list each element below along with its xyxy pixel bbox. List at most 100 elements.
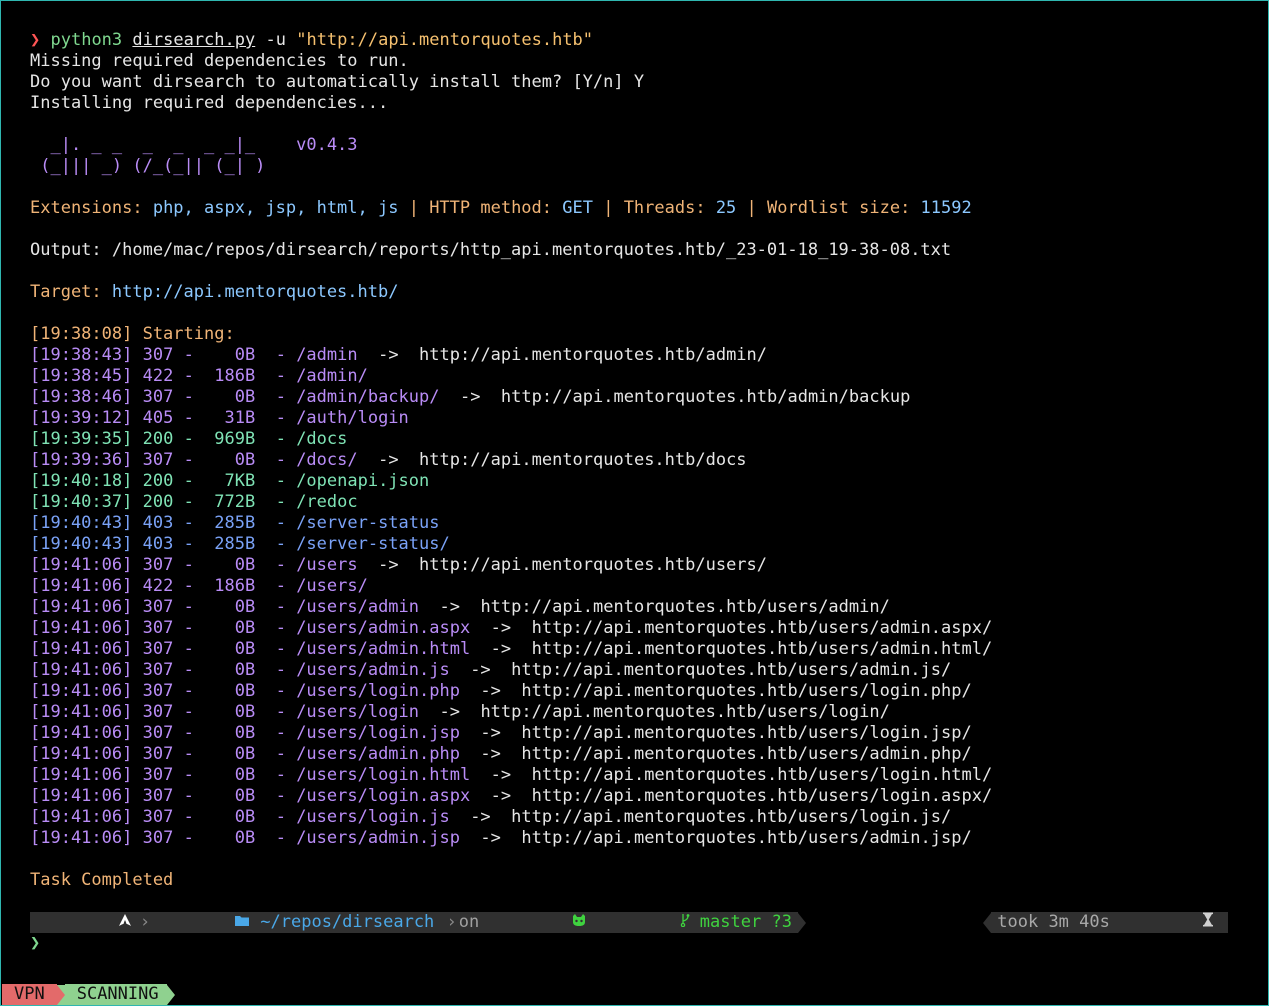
result-timestamp: [19:41:06] <box>30 681 133 701</box>
result-row: [19:40:37] 200 - 772B - /redoc <box>30 492 358 512</box>
redirect-arrow-icon: -> <box>470 639 532 659</box>
extensions-label: Extensions: <box>30 198 153 218</box>
result-path[interactable]: /redoc <box>296 492 357 512</box>
result-path[interactable]: /users/admin.js <box>296 660 450 680</box>
result-path[interactable]: /users/admin.html <box>296 639 470 659</box>
target-label: Target: <box>30 282 112 302</box>
result-status-code: 307 <box>142 723 174 743</box>
tmux-status-bar: VPN SCANNING <box>2 984 175 1005</box>
result-timestamp: [19:41:06] <box>30 555 133 575</box>
result-path[interactable]: /admin <box>296 345 357 365</box>
result-timestamp: [19:41:06] <box>30 639 133 659</box>
result-redirect-url[interactable]: http://api.mentorquotes.htb/users/admin.… <box>521 744 971 764</box>
terminal-window[interactable]: ❯ python3 dirsearch.py -u "http://api.me… <box>0 0 1269 1006</box>
target-url[interactable]: http://api.mentorquotes.htb/ <box>112 282 399 302</box>
prompt-status-bar: › ~/repos/dirsearch › on master ?3 <box>30 912 806 933</box>
threads-label: Threads: <box>623 198 716 218</box>
command-program: python3 <box>50 30 123 50</box>
result-row: [19:41:06] 307 - 0B - /users/admin.jsp -… <box>30 828 972 848</box>
result-redirect-url[interactable]: http://api.mentorquotes.htb/users/admin/ <box>480 597 889 617</box>
wordlist-label: Wordlist size: <box>767 198 921 218</box>
result-redirect-url[interactable]: http://api.mentorquotes.htb/users/ <box>419 555 767 575</box>
result-status-code: 307 <box>142 618 174 638</box>
result-path[interactable]: /users/login.jsp <box>296 723 460 743</box>
result-row: [19:41:06] 307 - 0B - /users/admin -> ht… <box>30 597 890 617</box>
result-timestamp: [19:41:06] <box>30 597 133 617</box>
result-size: 285B <box>214 513 256 533</box>
result-row: [19:41:06] 307 - 0B - /users/login.aspx … <box>30 786 993 806</box>
preamble-line: Installing required dependencies... <box>30 93 389 113</box>
result-size: 0B <box>234 345 256 365</box>
redirect-arrow-icon: -> <box>419 702 481 722</box>
banner-art-top: _|. _ _ _ _ _ _|_ <box>30 135 297 155</box>
result-redirect-url[interactable]: http://api.mentorquotes.htb/users/login.… <box>521 723 971 743</box>
result-path[interactable]: /users/login.php <box>296 681 460 701</box>
result-path[interactable]: /users/admin.php <box>296 744 460 764</box>
threads-value: 25 <box>715 198 737 218</box>
result-timestamp: [19:41:06] <box>30 807 133 827</box>
result-size: 0B <box>234 681 256 701</box>
result-path[interactable]: /docs/ <box>296 450 357 470</box>
result-status-code: 307 <box>142 345 174 365</box>
result-redirect-url[interactable]: http://api.mentorquotes.htb/admin/ <box>419 345 767 365</box>
result-timestamp: [19:41:06] <box>30 765 133 785</box>
result-redirect-url[interactable]: http://api.mentorquotes.htb/users/admin.… <box>532 639 993 659</box>
result-redirect-url[interactable]: http://api.mentorquotes.htb/admin/backup <box>501 387 910 407</box>
result-row: [19:41:06] 307 - 0B - /users/login.jsp -… <box>30 723 972 743</box>
result-size: 0B <box>234 702 256 722</box>
result-timestamp: [19:39:35] <box>30 429 133 449</box>
redirect-arrow-icon: -> <box>439 387 501 407</box>
result-status-code: 200 <box>142 492 174 512</box>
git-branch-icon <box>598 891 690 954</box>
result-path[interactable]: /users/login <box>296 702 419 722</box>
result-path[interactable]: /auth/login <box>296 408 409 428</box>
git-untracked-count: ?3 <box>771 912 792 932</box>
hourglass-icon <box>1120 891 1214 954</box>
command-script[interactable]: dirsearch.py <box>132 30 255 50</box>
result-path[interactable]: /users <box>296 555 357 575</box>
config-separator: | <box>736 198 768 218</box>
result-path[interactable]: /users/login.aspx <box>296 786 470 806</box>
result-path[interactable]: /users/login.html <box>296 765 470 785</box>
result-timestamp: [19:41:06] <box>30 618 133 638</box>
result-redirect-url[interactable]: http://api.mentorquotes.htb/users/login/ <box>480 702 889 722</box>
preamble-line: Missing required dependencies to run. <box>30 51 409 71</box>
github-icon <box>490 891 588 954</box>
result-redirect-url[interactable]: http://api.mentorquotes.htb/docs <box>419 450 747 470</box>
result-size: 0B <box>234 639 256 659</box>
result-redirect-url[interactable]: http://api.mentorquotes.htb/users/login.… <box>521 681 971 701</box>
result-path[interactable]: /users/admin <box>296 597 419 617</box>
result-path[interactable]: /admin/backup/ <box>296 387 439 407</box>
target-line: Target: http://api.mentorquotes.htb/ <box>30 282 1248 303</box>
result-size: 0B <box>234 723 256 743</box>
result-size: 0B <box>234 765 256 785</box>
result-redirect-url[interactable]: http://api.mentorquotes.htb/users/login.… <box>532 765 993 785</box>
result-path[interactable]: /admin/ <box>296 366 368 386</box>
took-segment: took 3m 40s <box>983 912 1228 933</box>
result-redirect-url[interactable]: http://api.mentorquotes.htb/users/login.… <box>532 786 993 806</box>
result-row: [19:40:43] 403 - 285B - /server-status <box>30 513 440 533</box>
task-completed: Task Completed <box>30 870 174 890</box>
arch-linux-icon <box>36 891 132 954</box>
result-redirect-url[interactable]: http://api.mentorquotes.htb/users/admin.… <box>532 618 993 638</box>
redirect-arrow-icon: -> <box>470 765 532 785</box>
result-path[interactable]: /docs <box>296 429 347 449</box>
result-redirect-url[interactable]: http://api.mentorquotes.htb/users/admin.… <box>511 660 951 680</box>
result-status-code: 405 <box>142 408 174 428</box>
result-status-code: 307 <box>142 744 174 764</box>
input-prompt[interactable]: ❯ <box>30 933 40 954</box>
result-redirect-url[interactable]: http://api.mentorquotes.htb/users/login.… <box>511 807 951 827</box>
result-path[interactable]: /users/ <box>296 576 368 596</box>
result-timestamp: [19:41:06] <box>30 660 133 680</box>
result-size: 0B <box>234 597 256 617</box>
result-status-code: 307 <box>142 702 174 722</box>
result-redirect-url[interactable]: http://api.mentorquotes.htb/users/admin.… <box>521 828 971 848</box>
result-path[interactable]: /users/admin.jsp <box>296 828 460 848</box>
result-path[interactable]: /server-status <box>296 513 439 533</box>
result-status-code: 307 <box>142 450 174 470</box>
banner-line-1: _|. _ _ _ _ _ _|_ v0.4.3 <box>30 135 1248 156</box>
result-path[interactable]: /users/login.js <box>296 807 450 827</box>
result-path[interactable]: /openapi.json <box>296 471 429 491</box>
result-path[interactable]: /users/admin.aspx <box>296 618 470 638</box>
result-path[interactable]: /server-status/ <box>296 534 450 554</box>
